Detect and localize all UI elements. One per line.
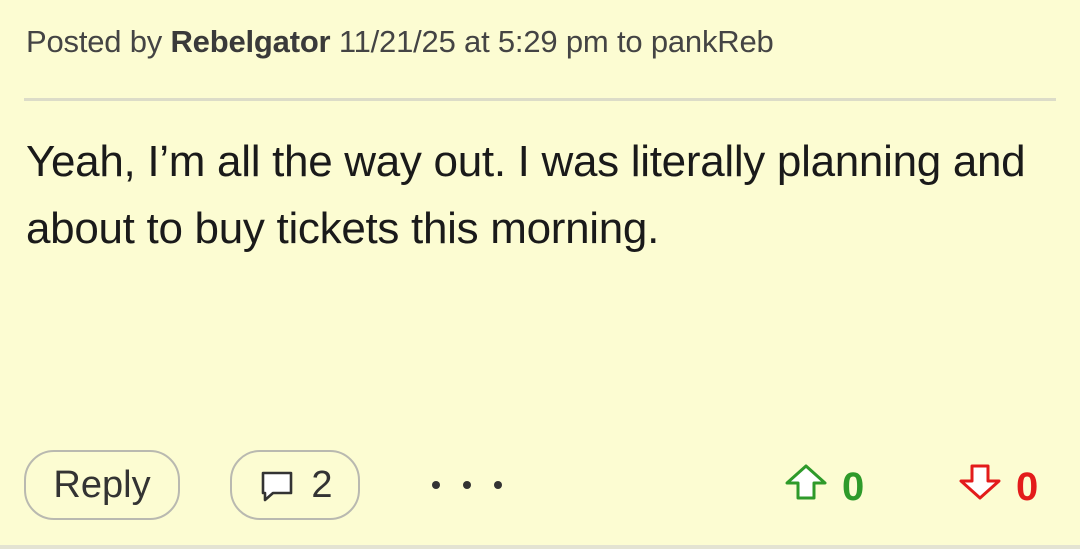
comment-count: 2	[311, 463, 333, 506]
post-actions: Reply 2 0 0	[0, 450, 1080, 524]
reply-button-label: Reply	[53, 463, 151, 506]
more-dot	[432, 481, 440, 489]
downvote-count: 0	[1016, 464, 1039, 509]
arrow-up-icon	[784, 463, 828, 511]
author-link[interactable]: Rebelgator	[171, 24, 331, 59]
header-divider	[24, 98, 1056, 101]
to-label: to	[616, 24, 643, 59]
post-header: Posted by Rebelgator 11/21/25 at 5:29 pm…	[26, 24, 774, 60]
comment-icon	[257, 465, 297, 505]
arrow-down-icon	[958, 463, 1002, 511]
forum-post: Posted by Rebelgator 11/21/25 at 5:29 pm…	[0, 0, 1080, 549]
post-body: Yeah, I’m all the way out. I was literal…	[26, 137, 1026, 253]
more-dot	[463, 481, 471, 489]
reply-to-user-link[interactable]: pankReb	[651, 24, 774, 59]
post-bottom-border	[0, 545, 1080, 549]
comments-button[interactable]: 2	[230, 450, 360, 520]
more-options-button[interactable]	[432, 470, 502, 500]
downvote-button[interactable]: 0	[958, 462, 1038, 512]
upvote-button[interactable]: 0	[784, 462, 864, 512]
post-timestamp: 11/21/25 at 5:29 pm	[338, 24, 609, 59]
posted-by-label: Posted by	[26, 24, 163, 59]
reply-button[interactable]: Reply	[24, 450, 180, 520]
more-dot	[494, 481, 502, 489]
upvote-count: 0	[842, 464, 865, 509]
